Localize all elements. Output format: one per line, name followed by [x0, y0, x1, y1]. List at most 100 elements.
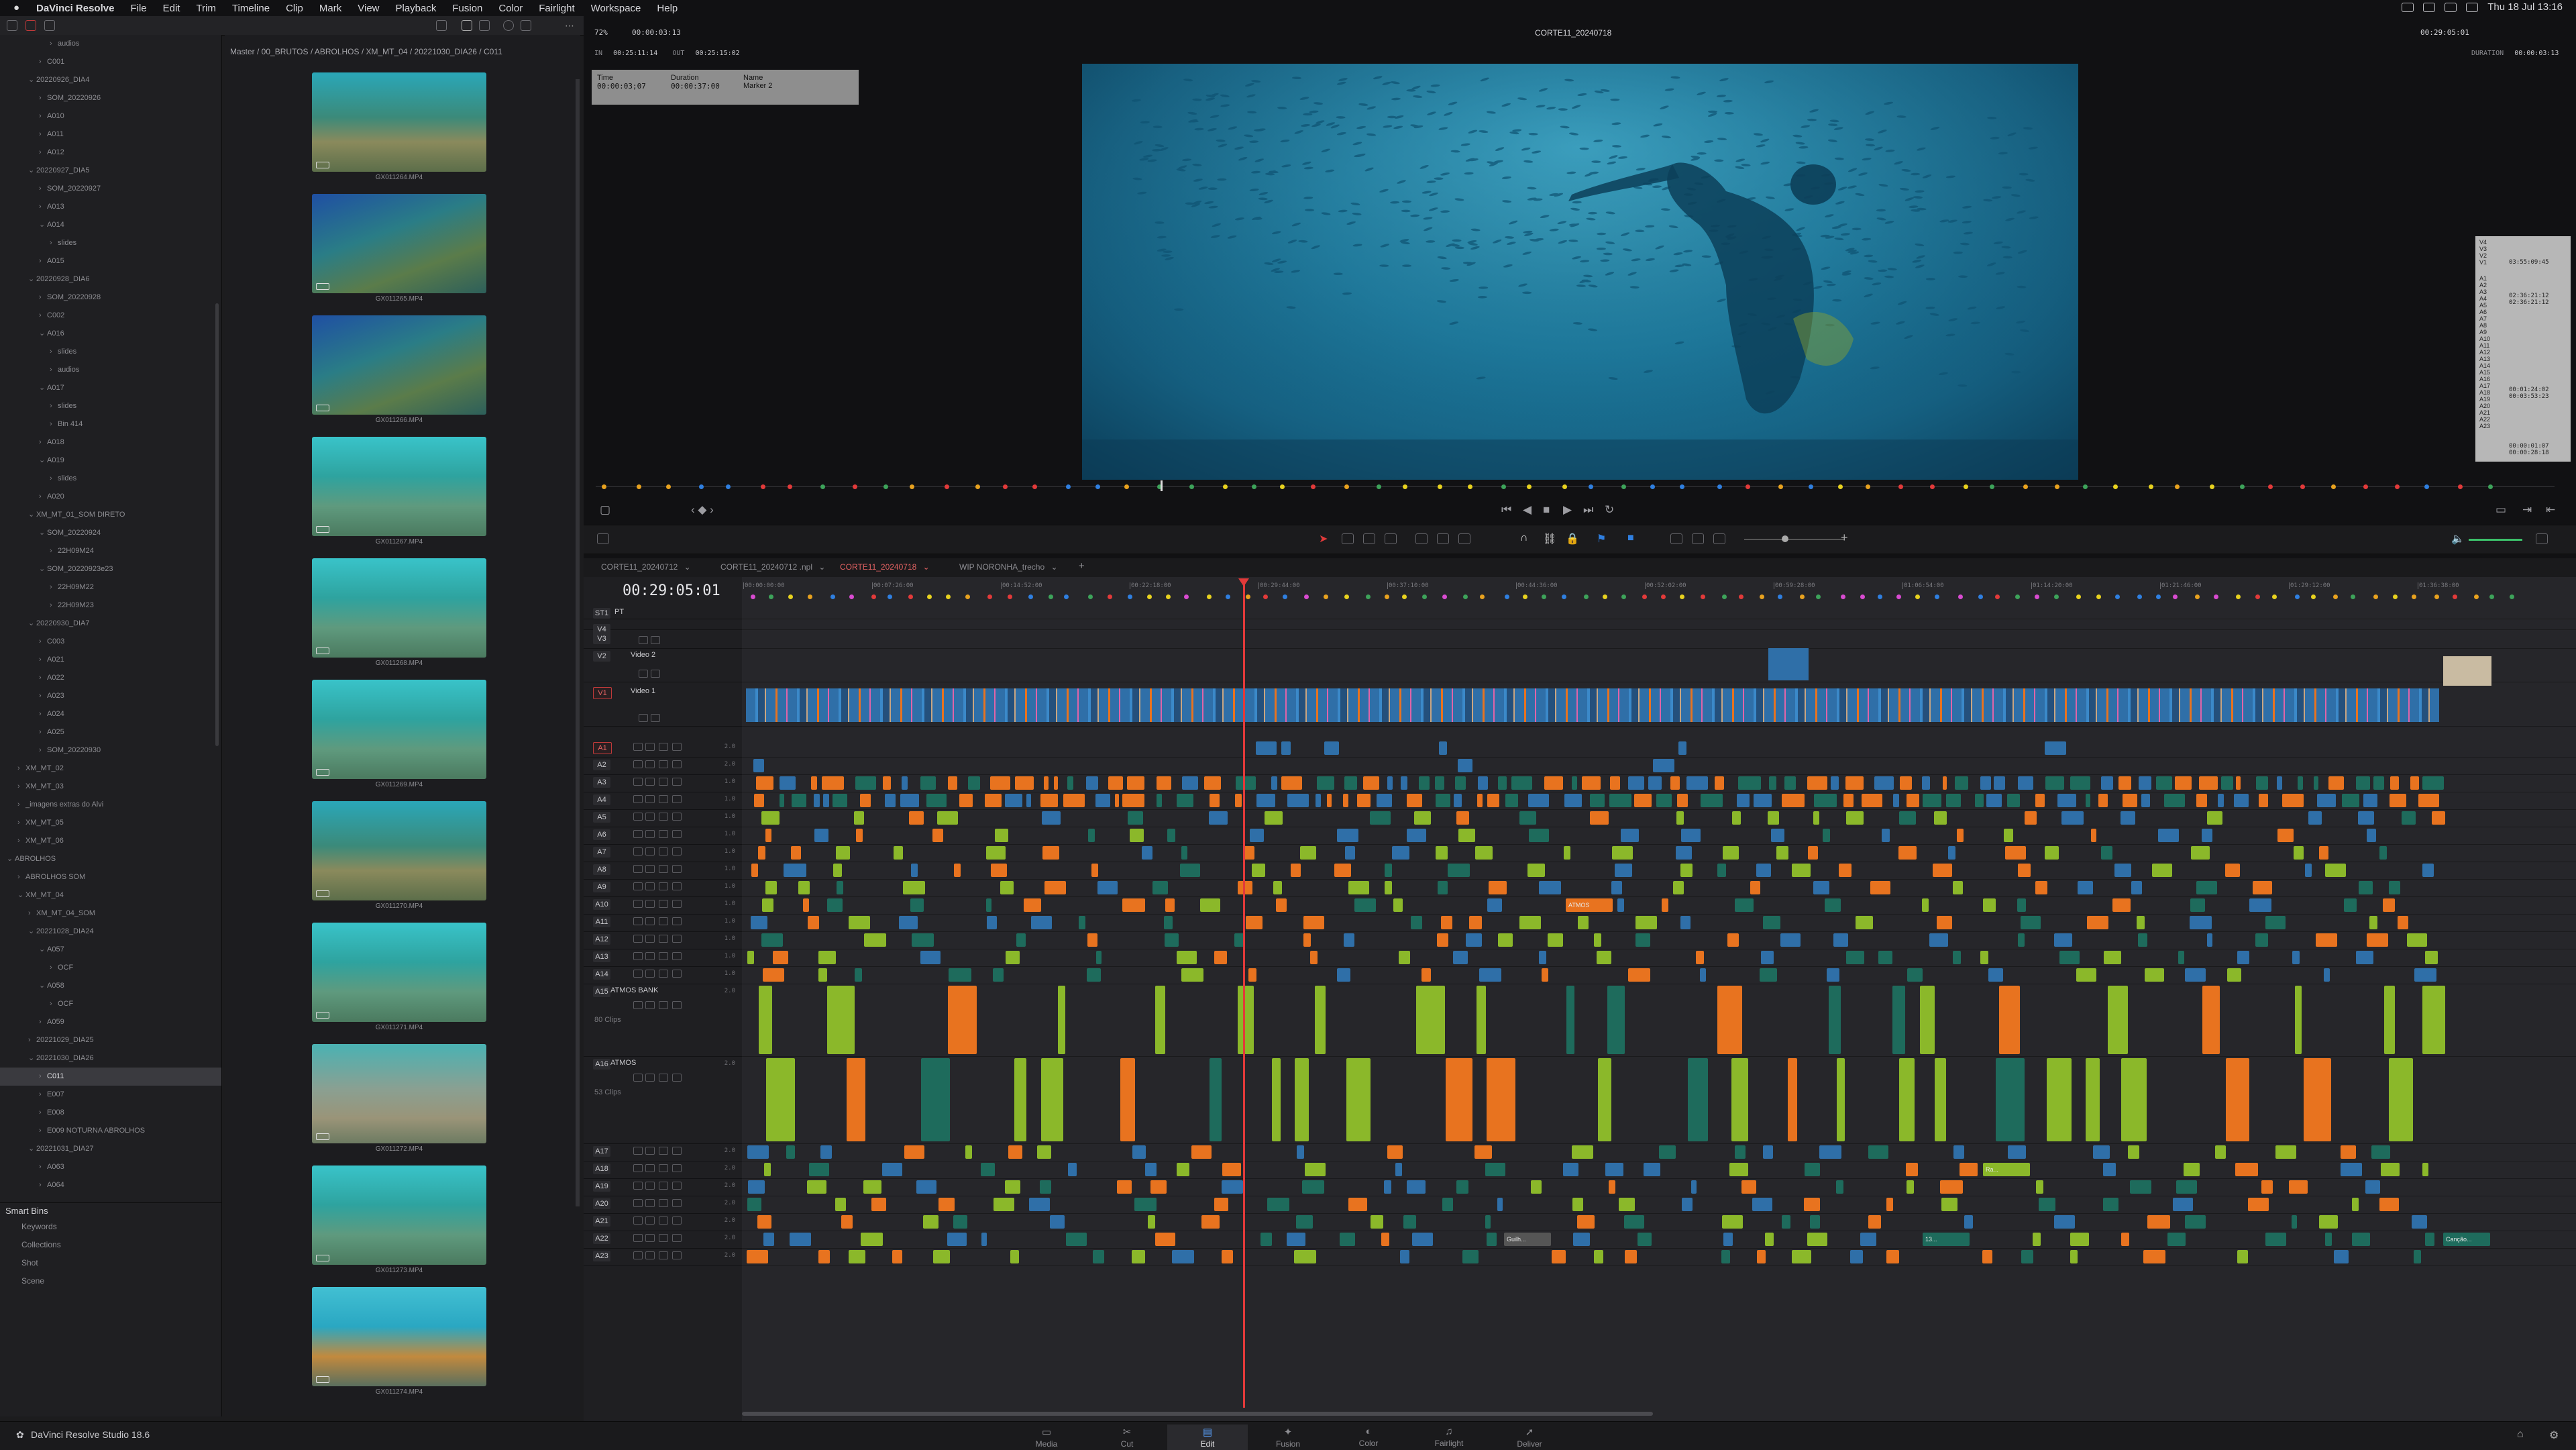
bin-audios[interactable]: › audios — [0, 35, 221, 53]
audio-clip[interactable]: ATMOS — [1566, 898, 1613, 912]
audio-clip[interactable] — [910, 898, 924, 912]
list-mode-icon[interactable] — [479, 20, 490, 31]
audio-clip[interactable] — [1893, 794, 1900, 807]
viewer-marker-dot[interactable] — [2488, 484, 2493, 489]
audio-clip[interactable] — [2382, 898, 2395, 912]
audio-clip[interactable] — [1635, 916, 1658, 929]
go-to-end-icon[interactable]: ⏭ — [1583, 503, 1593, 517]
track-lane[interactable] — [742, 774, 2576, 792]
sidebar-toggle-icon[interactable] — [7, 20, 17, 31]
track-lane[interactable]: ATMOS — [742, 896, 2576, 915]
solo-icon[interactable] — [659, 1182, 668, 1190]
audio-clip[interactable] — [2202, 829, 2212, 842]
viewer-marker-dot[interactable] — [1189, 484, 1194, 489]
bin-ocf[interactable]: › OCF — [0, 959, 221, 977]
audio-clip[interactable] — [2189, 916, 2212, 929]
audio-clip[interactable] — [1406, 1180, 1426, 1194]
timeline-marker[interactable] — [1344, 594, 1350, 599]
list-view-icon[interactable] — [25, 20, 36, 31]
audio-clip[interactable] — [753, 759, 764, 772]
auto-select-icon[interactable] — [645, 847, 655, 856]
mute-icon[interactable] — [672, 1164, 682, 1172]
audio-clip[interactable] — [1452, 951, 1468, 964]
audio-clip[interactable] — [1199, 898, 1221, 912]
audio-clip[interactable] — [1181, 776, 1198, 790]
timeline-marker[interactable] — [1184, 594, 1189, 599]
audio-clip[interactable] — [1727, 933, 1739, 947]
track-name[interactable]: A10 — [593, 899, 610, 910]
viewer-marker-dot[interactable] — [1650, 484, 1655, 489]
audio-clip[interactable] — [1934, 811, 1947, 825]
timeline-marker[interactable] — [1957, 594, 1963, 599]
timeline-marker[interactable] — [2015, 594, 2021, 599]
audio-clip[interactable] — [2277, 829, 2294, 842]
audio-clip[interactable] — [1465, 933, 1482, 947]
audio-clip[interactable] — [1442, 1198, 1454, 1211]
bin-xm-mt-02[interactable]: › XM_MT_02 — [0, 760, 221, 778]
bin-slides[interactable]: › slides — [0, 234, 221, 252]
play-reverse-icon[interactable]: ◀ — [1523, 503, 1532, 517]
viewer-marker-dot[interactable] — [1095, 484, 1100, 489]
audio-clip[interactable] — [1267, 1198, 1290, 1211]
track-name[interactable]: A22 — [593, 1233, 610, 1244]
audio-clip[interactable] — [1941, 1198, 1958, 1211]
audio-clip[interactable] — [2129, 1180, 2152, 1194]
disclosure-open-icon[interactable]: ⌄ — [28, 1049, 36, 1068]
audio-clip[interactable] — [1861, 794, 1882, 807]
audio-clip[interactable] — [2118, 776, 2131, 790]
audio-clip[interactable] — [1528, 794, 1550, 807]
audio-clip[interactable] — [2176, 1180, 2197, 1194]
audio-clip[interactable] — [1497, 776, 1507, 790]
disclosure-closed-icon[interactable]: › — [17, 814, 25, 832]
audio-clip[interactable] — [746, 1250, 769, 1263]
solo-icon[interactable] — [659, 1147, 668, 1155]
viewer-marker-dot[interactable] — [2300, 484, 2305, 489]
viewer-marker-dot[interactable] — [637, 484, 642, 489]
audio-clip[interactable] — [1369, 811, 1391, 825]
audio-clip[interactable] — [911, 864, 918, 877]
audio-clip[interactable] — [1921, 776, 1930, 790]
audio-clip[interactable] — [2157, 829, 2180, 842]
audio-clip[interactable] — [855, 776, 876, 790]
disclosure-closed-icon[interactable]: › — [50, 343, 58, 361]
audio-clip[interactable] — [1345, 846, 1355, 860]
audio-clip[interactable] — [747, 1145, 769, 1159]
audio-clip[interactable] — [1807, 776, 1827, 790]
audio-clip[interactable] — [871, 1198, 886, 1211]
timeline-marker[interactable] — [2054, 594, 2059, 599]
track-lane[interactable] — [742, 862, 2576, 880]
bin-22h09m24[interactable]: › 22H09M24 — [0, 542, 221, 560]
track-lane[interactable] — [742, 1196, 2576, 1214]
track-header[interactable]: A16 ATMOS 53 Clips 2.0 — [584, 1056, 742, 1144]
track-name[interactable]: A8 — [593, 864, 610, 875]
audio-clip[interactable] — [2104, 951, 2121, 964]
bin-som-20220930[interactable]: › SOM_20220930 — [0, 741, 221, 760]
audio-clip[interactable] — [2035, 1180, 2043, 1194]
mute-icon[interactable] — [672, 1182, 682, 1190]
viewer-marker-dot[interactable] — [698, 484, 704, 489]
audio-clip[interactable] — [1881, 829, 1890, 842]
audio-clip[interactable] — [1014, 1058, 1027, 1141]
lock-track-icon[interactable] — [633, 1234, 643, 1242]
timeline-marker[interactable] — [2351, 594, 2356, 599]
audio-clip[interactable] — [2155, 776, 2173, 790]
audio-clip[interactable] — [1782, 1215, 1791, 1229]
audio-clip[interactable] — [2114, 864, 2131, 877]
audio-clip[interactable] — [1675, 846, 1692, 860]
mute-icon[interactable] — [672, 917, 682, 925]
audio-clip[interactable] — [1956, 829, 1964, 842]
audio-clip[interactable] — [920, 776, 936, 790]
audio-clip[interactable] — [921, 1058, 951, 1141]
lock-track-icon[interactable] — [633, 813, 643, 821]
menu-mark[interactable]: Mark — [319, 3, 341, 14]
timeline-marker[interactable] — [1226, 594, 1231, 599]
viewer-marker-dot[interactable] — [1310, 484, 1316, 489]
lock-track-icon[interactable] — [633, 1164, 643, 1172]
audio-clip[interactable] — [1942, 776, 1947, 790]
track-name[interactable]: A3 — [593, 777, 610, 788]
auto-select-icon[interactable] — [645, 882, 655, 890]
lock-track-icon[interactable] — [633, 1001, 643, 1009]
track-header[interactable]: A17 2.0 — [584, 1143, 742, 1161]
auto-select-icon[interactable] — [651, 636, 660, 644]
mute-icon[interactable] — [672, 1147, 682, 1155]
